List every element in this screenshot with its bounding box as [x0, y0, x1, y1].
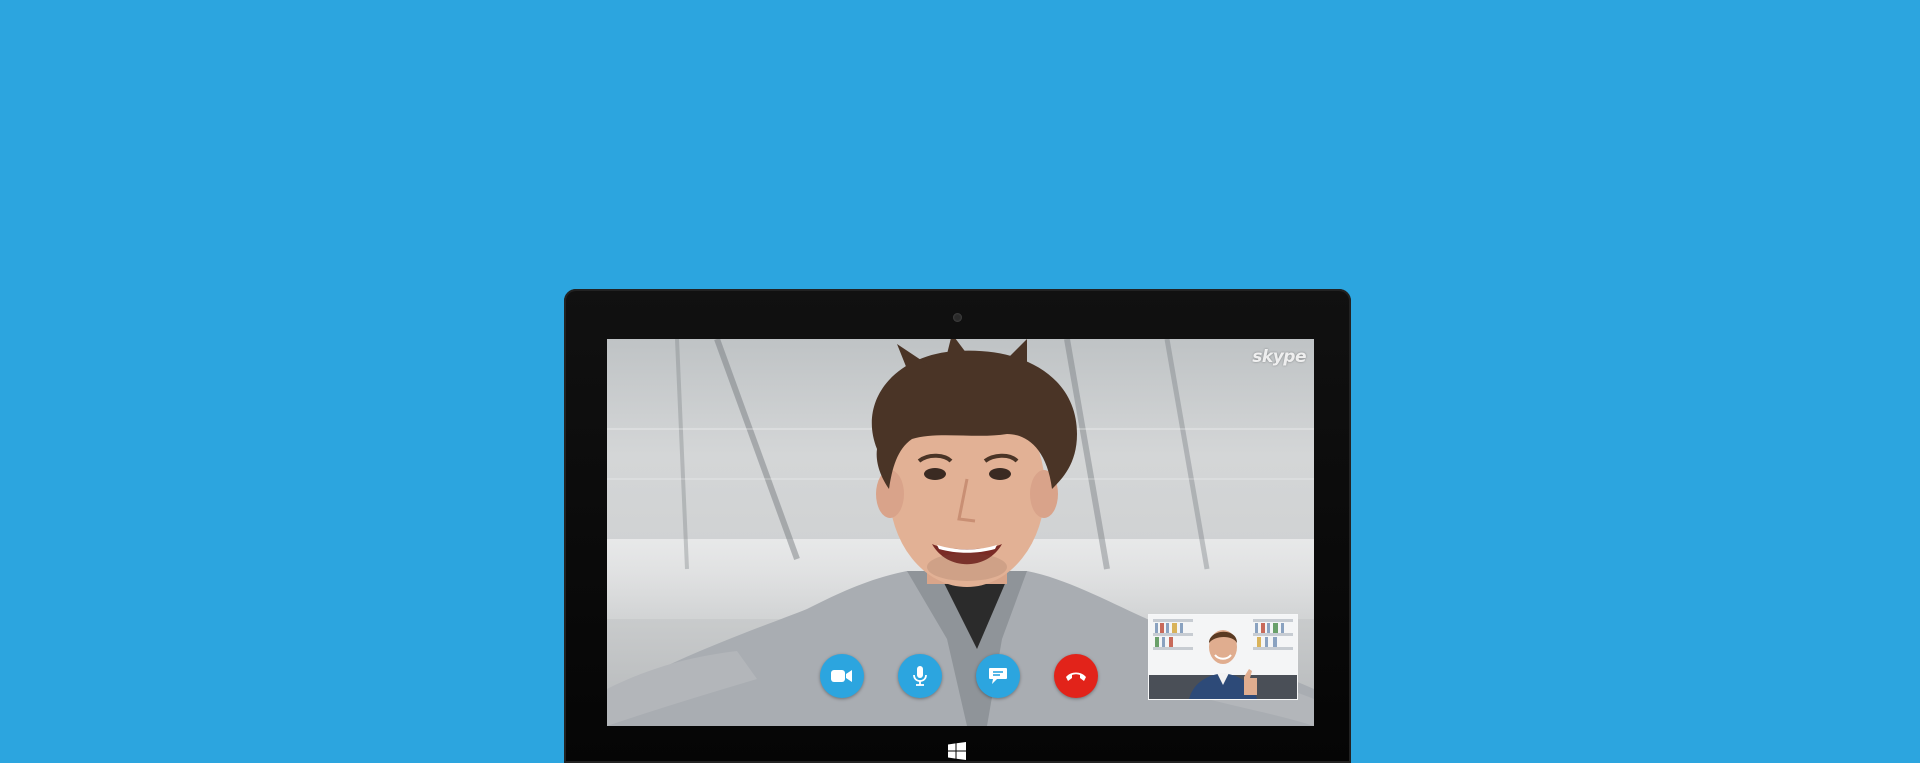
- front-camera-icon: [953, 313, 962, 322]
- microphone-icon: [913, 666, 927, 686]
- self-view-video[interactable]: [1148, 614, 1298, 700]
- call-controls-bar: [820, 654, 1098, 698]
- video-camera-icon: [831, 670, 852, 682]
- end-call-button[interactable]: [1054, 654, 1098, 698]
- microphone-toggle-button[interactable]: [898, 654, 942, 698]
- hang-up-phone-icon: [1066, 672, 1086, 681]
- tablet-device: skype: [564, 289, 1351, 763]
- chat-bubble-icon: [989, 668, 1007, 684]
- video-call-screen: skype: [607, 339, 1314, 726]
- skype-logo: skype: [1252, 347, 1306, 367]
- video-toggle-button[interactable]: [820, 654, 864, 698]
- windows-logo-icon[interactable]: [948, 742, 966, 760]
- local-participant-video: [1149, 615, 1297, 699]
- page-background: skype: [0, 0, 1920, 763]
- chat-button[interactable]: [976, 654, 1020, 698]
